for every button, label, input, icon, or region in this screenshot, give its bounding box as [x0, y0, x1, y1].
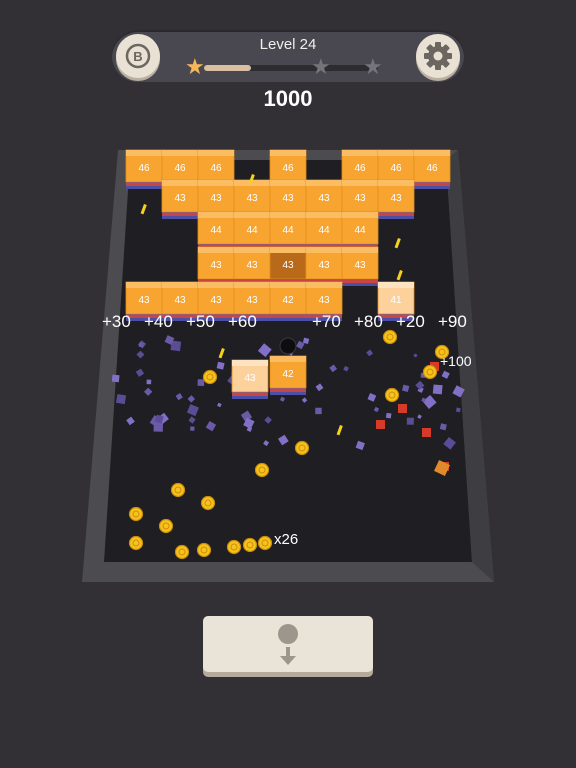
coin	[158, 518, 174, 534]
debris-piece	[376, 420, 385, 429]
block-value: 44	[210, 225, 222, 236]
number-block: 43	[233, 246, 271, 286]
points-popup: +50	[186, 312, 215, 331]
number-block: 43	[197, 246, 235, 286]
number-block: 43	[231, 359, 269, 399]
block-value: 43	[390, 193, 402, 204]
points-popup: +80	[354, 312, 383, 331]
block-value: 43	[318, 295, 330, 306]
block-value: 44	[354, 225, 366, 236]
ball-count-label: x26	[274, 531, 298, 548]
debris-piece	[406, 417, 414, 425]
block-value: 43	[210, 260, 222, 271]
block-value: 46	[426, 163, 438, 174]
coin	[254, 462, 270, 478]
block-value: 43	[210, 193, 222, 204]
coin	[170, 482, 186, 498]
debris-piece	[439, 423, 447, 431]
block-value: 43	[244, 373, 256, 384]
block-value: 43	[282, 260, 294, 271]
debris-piece	[197, 379, 205, 386]
debris-piece	[190, 426, 195, 431]
block-value: 46	[282, 163, 294, 174]
block-value: 43	[282, 193, 294, 204]
number-block: 42	[269, 281, 307, 321]
coin	[174, 544, 190, 560]
number-block: 44	[269, 211, 307, 251]
ball	[279, 337, 297, 355]
debris-piece	[315, 407, 322, 415]
coin	[226, 539, 242, 555]
debris-piece	[398, 404, 407, 413]
debris-piece	[116, 394, 127, 405]
debris-piece	[432, 384, 443, 395]
block-value: 42	[282, 295, 294, 306]
coin	[422, 364, 438, 380]
block-value: 43	[138, 295, 150, 306]
block-value: 43	[246, 295, 258, 306]
drop-ball-arrow-icon	[278, 624, 298, 665]
debris-piece	[455, 407, 461, 413]
number-block: 43	[305, 246, 343, 286]
points-popup: +40	[144, 312, 173, 331]
debris-piece	[146, 379, 152, 385]
coin	[294, 440, 310, 456]
debris-piece	[385, 412, 392, 419]
block-value: 43	[354, 260, 366, 271]
drop-ball-button[interactable]	[203, 616, 373, 672]
block-value: 44	[246, 225, 258, 236]
number-block: 46	[125, 149, 163, 189]
number-block: 42	[269, 355, 307, 395]
number-block: 44	[341, 211, 379, 251]
number-block: 44	[305, 211, 343, 251]
coin	[382, 329, 398, 345]
block-value: 43	[174, 193, 186, 204]
block-value: 46	[138, 163, 150, 174]
points-popup: +100	[440, 353, 472, 369]
block-value: 43	[318, 260, 330, 271]
number-block: 43	[269, 246, 307, 286]
coin	[196, 542, 212, 558]
block-value: 43	[246, 193, 258, 204]
debris-piece	[111, 374, 120, 383]
number-block: 46	[413, 149, 451, 189]
coin	[257, 535, 273, 551]
number-block: 43	[161, 179, 199, 219]
coin	[200, 495, 216, 511]
coin	[128, 535, 144, 551]
points-popup: +60	[228, 312, 257, 331]
block-value: 43	[354, 193, 366, 204]
block-value: 42	[282, 369, 294, 380]
number-block: 44	[197, 211, 235, 251]
block-value: 43	[210, 295, 222, 306]
number-block: 44	[233, 211, 271, 251]
points-popup: +30	[102, 312, 131, 331]
block-value: 46	[174, 163, 186, 174]
coin	[128, 506, 144, 522]
points-popup: +90	[438, 312, 467, 331]
block-value: 46	[354, 163, 366, 174]
coin	[384, 387, 400, 403]
block-value: 46	[390, 163, 402, 174]
debris-piece	[422, 428, 431, 437]
points-popup: +70	[312, 312, 341, 331]
block-value: 43	[318, 193, 330, 204]
block-value: 43	[246, 260, 258, 271]
points-popup: +20	[396, 312, 425, 331]
block-value: 41	[390, 295, 402, 306]
number-block: 43	[377, 179, 415, 219]
coin	[202, 369, 218, 385]
block-value: 46	[210, 163, 222, 174]
block-value: 43	[174, 295, 186, 306]
debris-piece	[138, 342, 144, 347]
number-block: 43	[341, 246, 379, 286]
coin	[242, 537, 258, 553]
block-value: 44	[282, 225, 294, 236]
block-value: 44	[318, 225, 330, 236]
